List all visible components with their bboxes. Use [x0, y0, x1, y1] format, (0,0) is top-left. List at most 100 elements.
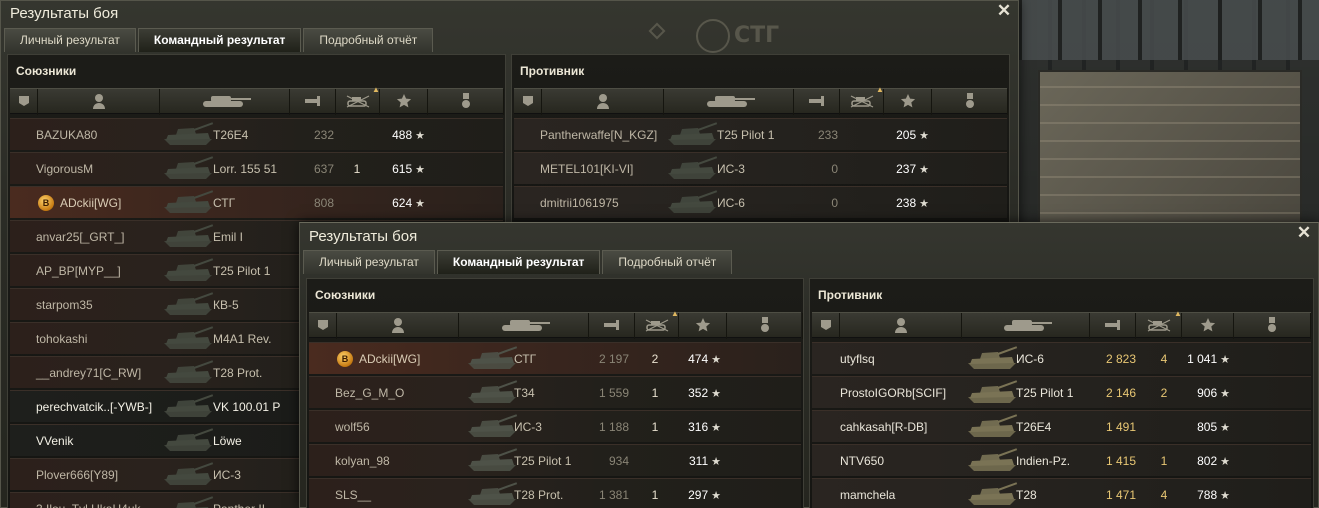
xp-cell: 802 ★ [1180, 445, 1230, 477]
column-xp-star-icon[interactable]: ▲ [372, 85, 428, 115]
column-squad-icon[interactable] [514, 89, 542, 115]
tank-image-icon [964, 413, 1020, 441]
kills-value [342, 187, 372, 219]
tank-name: ИС-3 [213, 468, 241, 482]
tank-name: Emil I [213, 230, 243, 244]
column-tank-icon[interactable] [160, 89, 290, 115]
player-row[interactable]: dmitrii1061975 ИС-6 0 238 ★ [514, 186, 1007, 218]
column-xp-star-icon[interactable]: ▲ [671, 309, 727, 339]
player-name: utyflsq [840, 352, 875, 366]
column-medal-icon[interactable] [727, 313, 803, 339]
medal-icon [964, 92, 976, 112]
column-squad-icon[interactable] [309, 313, 337, 339]
tank-name: T25 Pilot 1 [514, 454, 572, 468]
tab-team-result[interactable]: Командный результат [436, 250, 601, 274]
xp-cell: 474 ★ [671, 343, 721, 375]
column-medal-icon[interactable] [932, 89, 1008, 115]
tank-image-icon [160, 393, 216, 421]
squad-icon [819, 318, 833, 335]
kills-value: 1 [353, 162, 361, 176]
tank-name: Löwe [213, 434, 242, 448]
tank-image-icon [464, 413, 520, 441]
tab-personal-result[interactable]: Личный результат [4, 28, 136, 52]
player-row[interactable]: SLS__ T28 Prot. 1 381 1 297 ★ [309, 478, 801, 508]
damage-icon [807, 94, 827, 111]
player-row[interactable]: Pantherwaffe[N_KGZ] T25 Pilot 1 233 205 ★ [514, 118, 1007, 150]
column-damage-icon[interactable] [794, 89, 840, 115]
column-player-icon[interactable] [38, 89, 160, 115]
column-damage-icon[interactable] [290, 89, 336, 115]
kills-value: 2 [651, 352, 659, 366]
player-row[interactable]: ProstoIGORb[SCIF] T25 Pilot 1 2 146 2 906 ★ [812, 376, 1311, 408]
player-row[interactable]: wolf56 ИС-3 1 188 1 316 ★ [309, 410, 801, 442]
column-xp-star-icon[interactable]: ▲ [876, 85, 932, 115]
kills-icon [1146, 318, 1172, 335]
column-xp-star-icon[interactable]: ▲ [1174, 309, 1234, 339]
kills-value: 1 [651, 488, 659, 502]
kills-value: 4 [1160, 352, 1168, 366]
player-row[interactable]: kolyan_98 T25 Pilot 1 934 311 ★ [309, 444, 801, 476]
column-player-icon[interactable] [840, 313, 962, 339]
player-name: perechvatcik..[-YWB-] [36, 400, 153, 414]
column-tank-icon[interactable] [459, 313, 589, 339]
column-tank-icon[interactable] [962, 313, 1090, 339]
xp-value: 352 [688, 386, 709, 400]
tab-detailed-report[interactable]: Подробный отчёт [602, 250, 733, 274]
tab-personal-result[interactable]: Личный результат [303, 250, 435, 274]
column-medal-icon[interactable] [1234, 313, 1311, 339]
star-icon: ★ [415, 198, 425, 210]
enemies-panel: Противник ▲ utyflsq ИС-6 2 823 4 1 041 ★ Prosto… [809, 278, 1314, 508]
column-tank-icon[interactable] [664, 89, 794, 115]
tank-image-icon [160, 427, 216, 455]
tab-detailed-report[interactable]: Подробный отчёт [303, 28, 434, 52]
xp-star-icon [396, 93, 412, 112]
player-name: wolf56 [335, 420, 370, 434]
player-row[interactable]: mamchela T28 1 471 4 788 ★ [812, 478, 1311, 508]
column-player-icon[interactable] [337, 313, 459, 339]
player-row[interactable]: NTV650 Indien-Pz. 1 415 1 802 ★ [812, 444, 1311, 476]
player-name: Plover666[Y89] [36, 468, 119, 482]
tank-image-icon [664, 121, 720, 149]
damage-value: 0 [831, 196, 838, 210]
tank-name: M4A1 Rev. [213, 332, 272, 346]
star-icon: ★ [415, 164, 425, 176]
column-header: ▲ [812, 309, 1311, 339]
medal-icon [1266, 316, 1278, 336]
player-row[interactable]: VigorousM Lorr. 155 51 637 1 615 ★ [10, 152, 503, 184]
column-damage-icon[interactable] [589, 313, 635, 339]
tank-image-icon [464, 379, 520, 407]
star-icon: ★ [711, 422, 721, 434]
xp-value: 624 [392, 196, 413, 210]
close-icon[interactable]: ✕ [1296, 224, 1312, 241]
player-name: cahkasah[R-DB] [840, 420, 928, 434]
xp-value: 1 041 [1187, 352, 1218, 366]
column-squad-icon[interactable] [812, 313, 840, 339]
tank-image-icon [160, 291, 216, 319]
player-row[interactable]: BAZUKA80 T26E4 232 488 ★ [10, 118, 503, 150]
damage-value: 2 823 [1105, 352, 1136, 366]
star-icon: ★ [711, 388, 721, 400]
xp-cell: 311 ★ [671, 445, 721, 477]
player-row[interactable]: Bez_G_M_O T34 1 559 1 352 ★ [309, 376, 801, 408]
xp-cell: 906 ★ [1180, 377, 1230, 409]
column-squad-icon[interactable] [10, 89, 38, 115]
player-row[interactable]: cahkasah[R-DB] T26E4 1 491 805 ★ [812, 410, 1311, 442]
player-row[interactable]: METEL101[KI-VI] ИС-3 0 237 ★ [514, 152, 1007, 184]
column-medal-icon[interactable] [428, 89, 504, 115]
damage-value: 808 [313, 196, 334, 210]
tab-team-result[interactable]: Командный результат [137, 28, 302, 52]
xp-star-icon [900, 93, 916, 112]
player-row[interactable]: utyflsq ИС-6 2 823 4 1 041 ★ [812, 342, 1311, 374]
player-name: Bez_G_M_O [335, 386, 405, 400]
kills-value: 1 [651, 420, 659, 434]
player-row[interactable]: В ADckii[WG] СТГ 808 624 ★ [10, 186, 503, 218]
column-damage-icon[interactable] [1090, 313, 1136, 339]
xp-cell: 615 ★ [375, 153, 425, 185]
column-player-icon[interactable] [542, 89, 664, 115]
tank-image-icon [464, 345, 520, 373]
player-name: SLS__ [335, 488, 372, 502]
close-icon[interactable]: ✕ [996, 2, 1012, 19]
damage-value: 1 381 [598, 488, 629, 502]
tank-icon [998, 317, 1054, 336]
player-row[interactable]: В ADckii[WG] СТГ 2 197 2 474 ★ [309, 342, 801, 374]
